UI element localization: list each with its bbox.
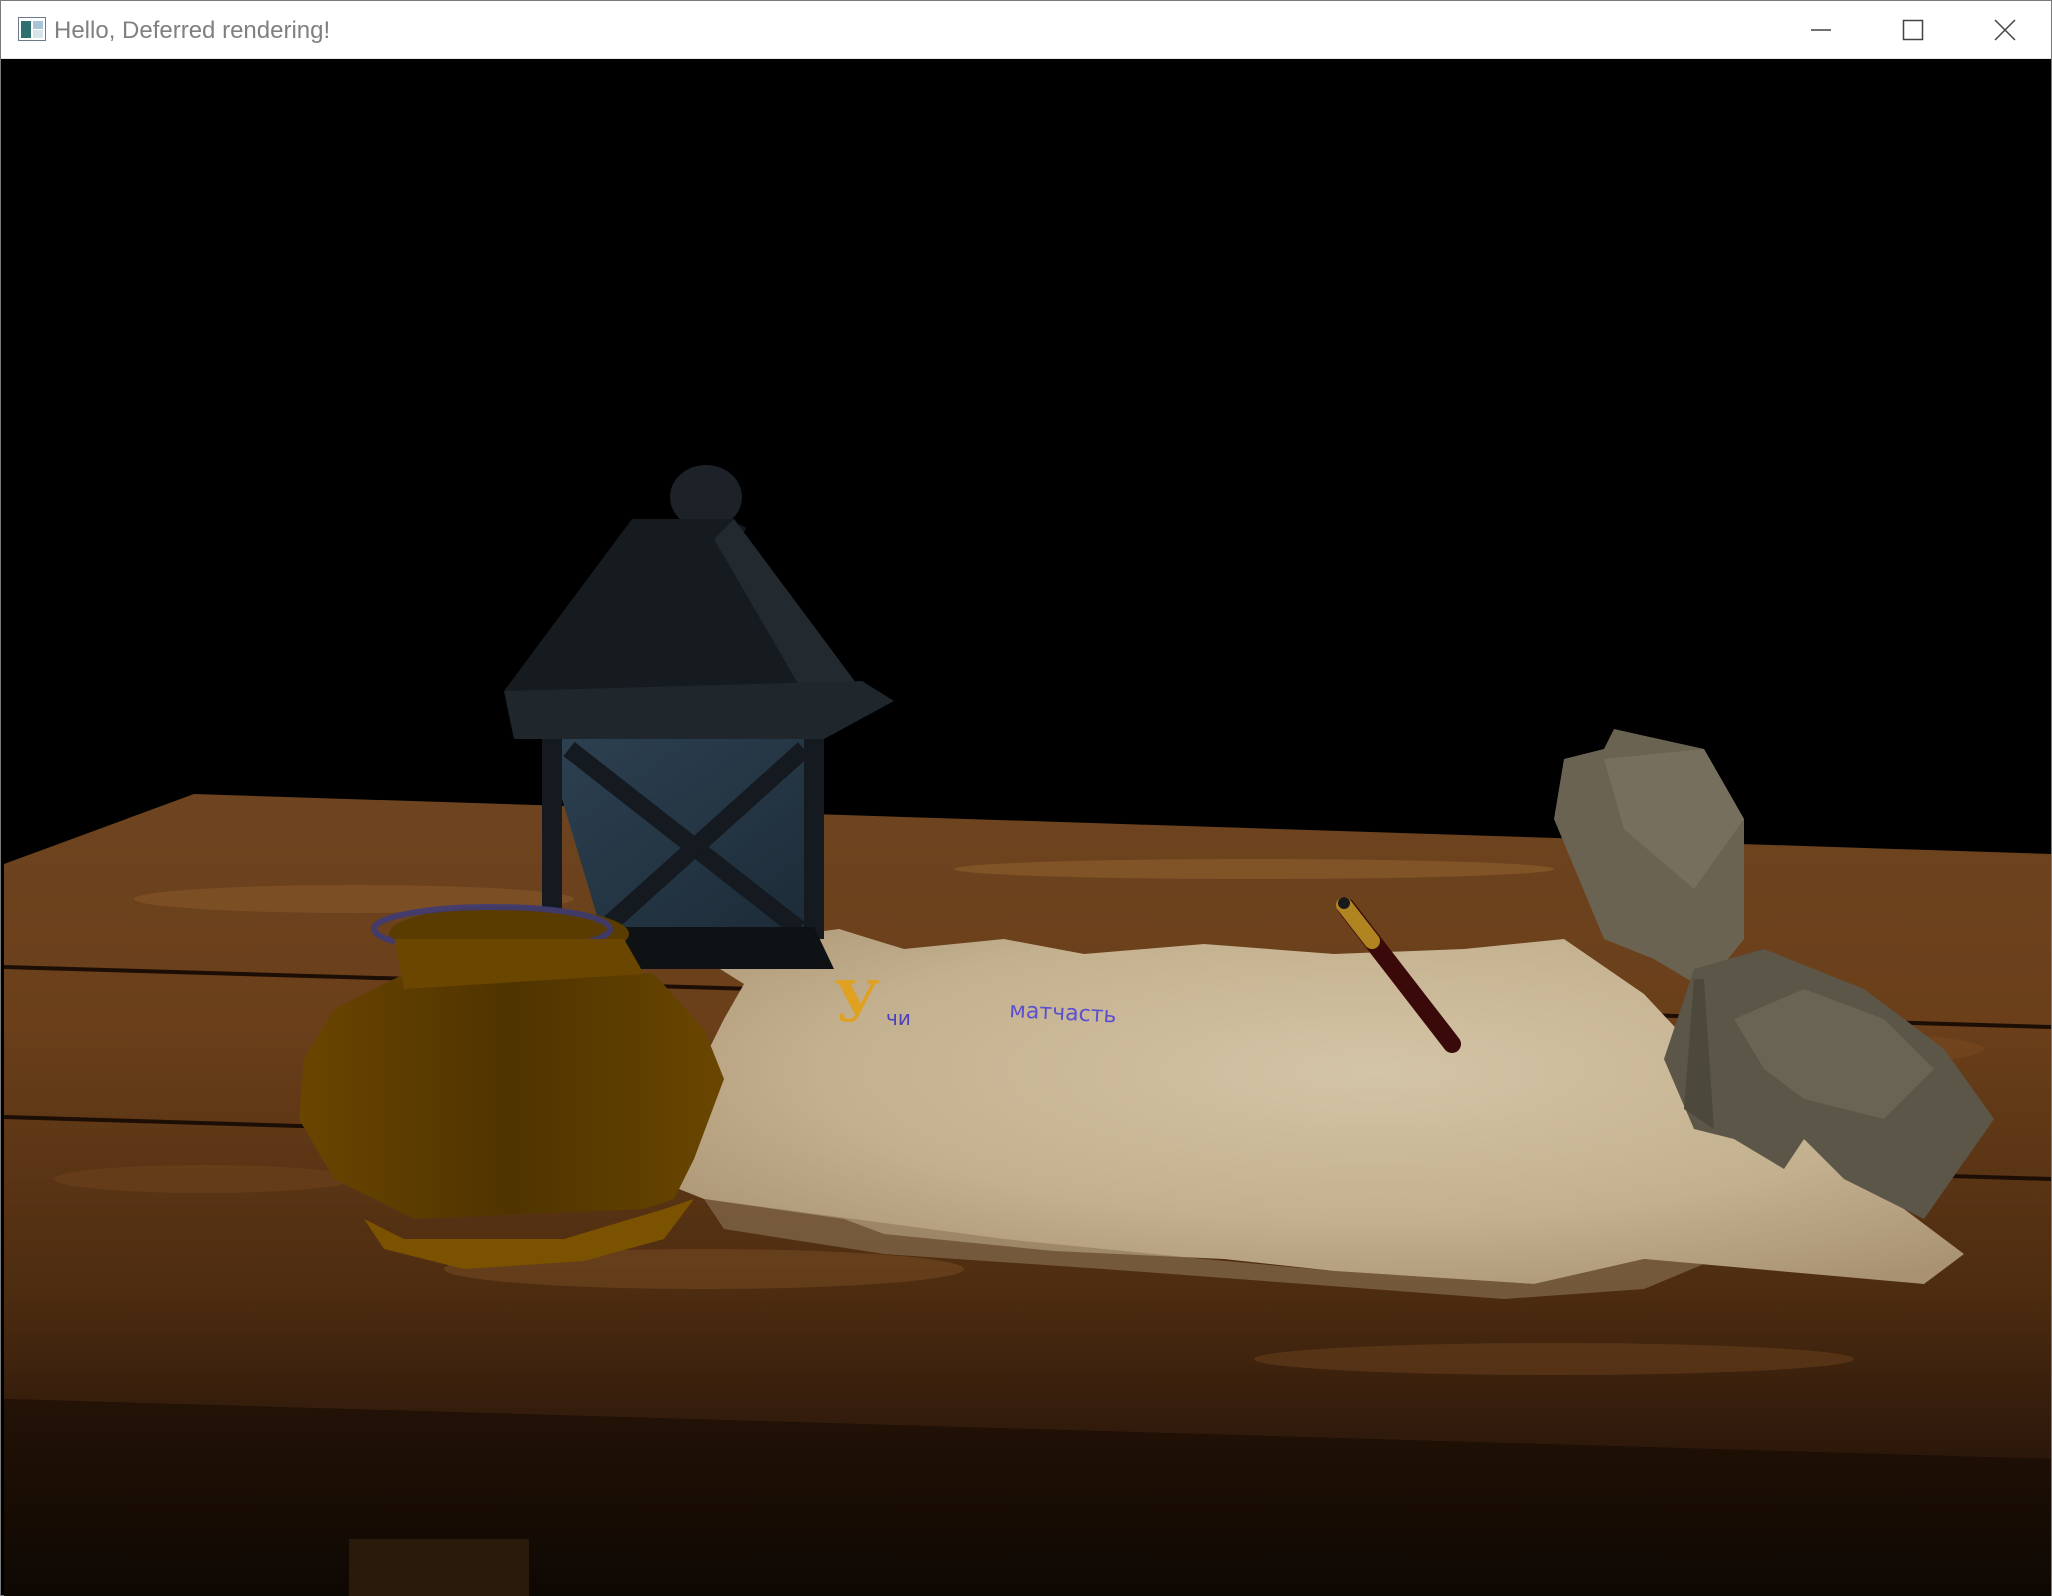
maximize-button[interactable] xyxy=(1867,1,1959,59)
parchment-word-1: чи xyxy=(886,1006,911,1030)
render-viewport[interactable]: У чи матчасть xyxy=(4,59,2051,1596)
minimize-icon xyxy=(1810,19,1832,41)
window-title: Hello, Deferred rendering! xyxy=(54,17,331,44)
close-button[interactable] xyxy=(1959,1,2051,59)
app-window: Hello, Deferred rendering! У чи матчасть xyxy=(0,0,2052,1596)
maximize-icon xyxy=(1902,19,1924,41)
parchment-initial: У xyxy=(834,969,879,1035)
app-window-icon xyxy=(18,17,46,41)
scene-canvas: У чи матчасть xyxy=(4,465,2051,1596)
minimize-button[interactable] xyxy=(1775,1,1867,59)
close-icon xyxy=(1994,19,2016,41)
title-bar[interactable]: Hello, Deferred rendering! xyxy=(1,1,2051,59)
